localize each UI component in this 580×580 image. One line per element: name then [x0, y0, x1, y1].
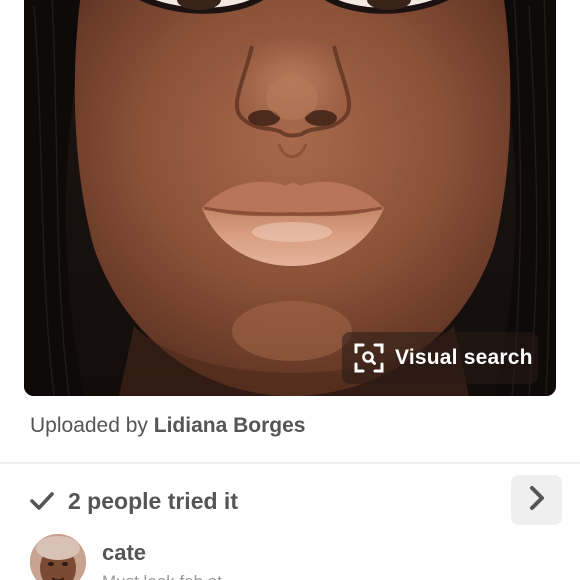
tryer-name[interactable]: cate — [102, 540, 146, 566]
chevron-right-icon — [527, 485, 547, 516]
tried-it-next-button[interactable] — [511, 475, 562, 525]
uploader-link[interactable]: Lidiana Borges — [154, 414, 306, 437]
avatar[interactable] — [30, 534, 86, 580]
upload-attribution: Uploaded by Lidiana Borges — [30, 414, 305, 438]
visual-search-label: Visual search — [395, 346, 533, 369]
tryer-comment: Must look fab at... — [102, 572, 236, 580]
pin-detail-page: Visual search Uploaded by Lidiana Borges… — [0, 0, 580, 580]
tried-it-header: 2 people tried it — [30, 484, 238, 518]
tried-it-entry[interactable]: cate Must look fab at... — [30, 534, 570, 580]
visual-search-button[interactable]: Visual search — [342, 332, 538, 384]
uploaded-by-prefix: Uploaded by — [30, 414, 148, 437]
scan-search-icon — [352, 341, 386, 375]
tried-it-count: 2 people tried it — [68, 487, 238, 514]
pin-image[interactable]: Visual search — [24, 0, 556, 396]
check-icon — [30, 489, 54, 513]
section-divider — [0, 462, 580, 464]
